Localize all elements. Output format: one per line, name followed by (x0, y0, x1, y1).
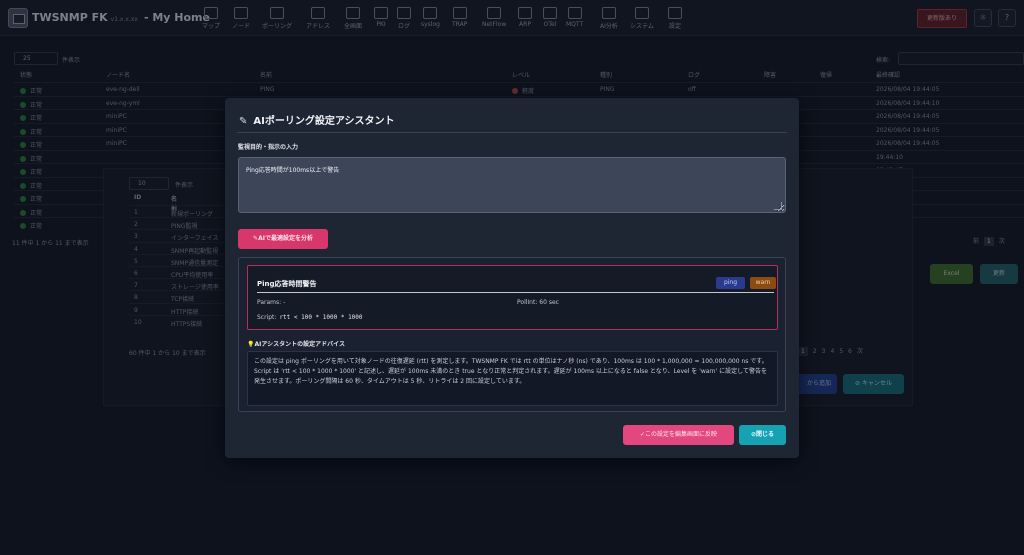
apply-label: この設定を編集画面に反映 (645, 431, 718, 438)
pollint-value: 60 sec (539, 299, 559, 306)
polling-level-badge: warn (750, 277, 776, 289)
params-label: Params: (257, 299, 282, 306)
purpose-textarea[interactable] (238, 157, 786, 213)
script-label: Script: (257, 314, 277, 321)
polling-name: Ping応答時間警告 (257, 280, 317, 288)
polling-type-badge: ping (716, 277, 745, 289)
suggested-polling-card: Ping応答時間警告 ping warn Params: - PollInt: … (247, 265, 778, 330)
script-field: Script: rtt < 100 * 1000 * 1000 (257, 314, 363, 321)
input-label: 監視目的・指示の入力 (238, 144, 299, 151)
ai-polling-assistant-modal: ✎AIポーリング設定アシスタント 監視目的・指示の入力 ✎AIで最適設定を分析 … (225, 98, 799, 458)
app-root: TWSNMP FK v1.x.x.xx - My Home 更新版あり ☼ ? マッ… (0, 0, 1024, 555)
close-button[interactable]: ⊘閉じる (739, 425, 786, 445)
advice-text: この設定は ping ポーリングを用いて対象ノードの往復遅延 (rtt) を測定… (247, 351, 778, 406)
resize-grip-icon[interactable] (774, 202, 782, 210)
params-value: - (283, 299, 286, 306)
pollint-field: PollInt: 60 sec (517, 299, 559, 306)
pollint-label: PollInt: (517, 299, 538, 306)
analyze-label: AIで最適設定を分析 (258, 235, 313, 242)
modal-title: ✎ AIポーリング設定アシスタント (239, 112, 394, 127)
apply-settings-button[interactable]: ✓この設定を編集画面に反映 (623, 425, 734, 445)
advice-heading-text: AIアシスタントの設定アドバイス (254, 341, 345, 348)
params-field: Params: - (257, 299, 285, 306)
card-divider (257, 292, 774, 293)
modal-divider (237, 132, 787, 133)
advice-heading: 💡AIアシスタントの設定アドバイス (247, 339, 345, 348)
script-value: rtt < 100 * 1000 * 1000 (279, 314, 363, 321)
magic-wand-icon: ✎ (239, 116, 248, 127)
analysis-result-panel: Ping応答時間警告 ping warn Params: - PollInt: … (238, 257, 786, 412)
modal-title-text: AIポーリング設定アシスタント (253, 116, 395, 127)
close-label: 閉じる (756, 431, 775, 438)
ai-analyze-button[interactable]: ✎AIで最適設定を分析 (238, 229, 328, 249)
